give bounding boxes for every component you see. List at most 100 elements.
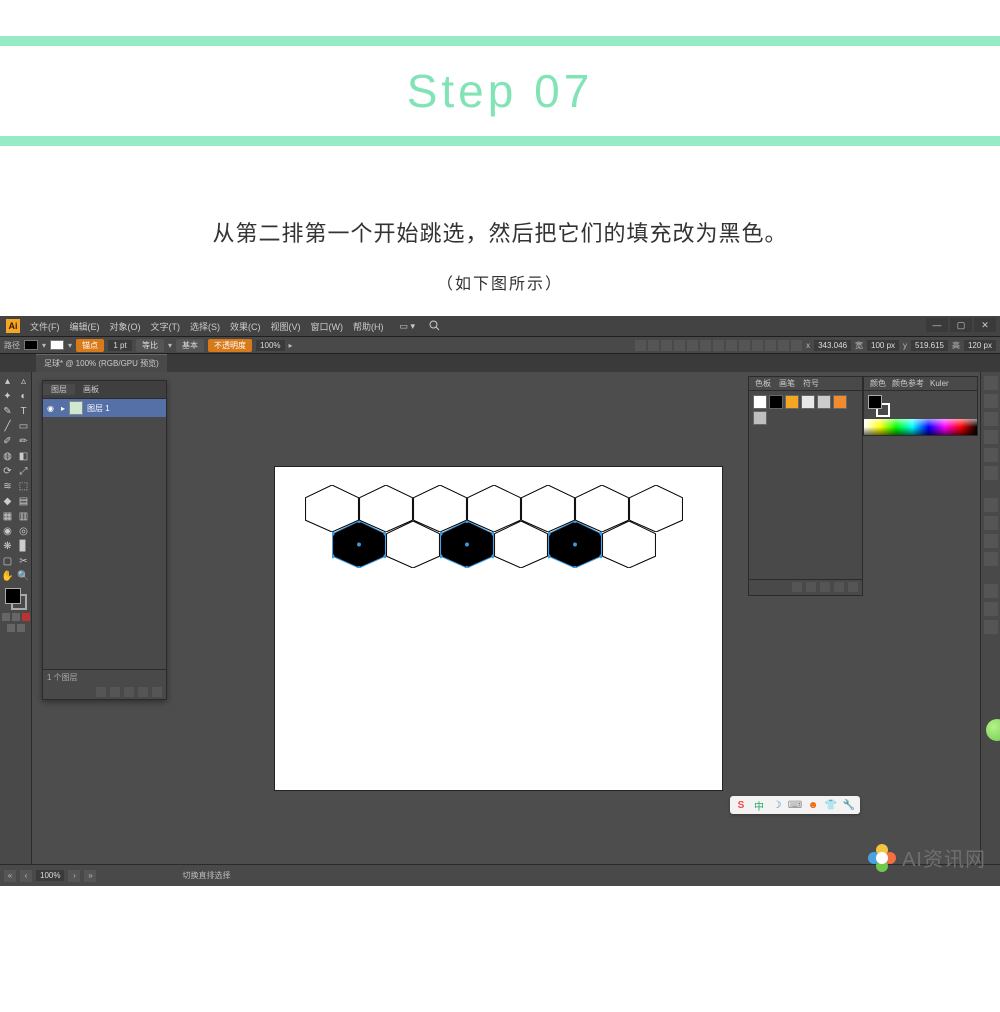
perspective-tool-icon[interactable]: ▤ bbox=[17, 494, 31, 508]
type-tool-icon[interactable]: T bbox=[17, 404, 31, 418]
eraser-tool-icon[interactable]: ◧ bbox=[17, 449, 31, 463]
anchor-label[interactable]: 锚点 bbox=[76, 339, 104, 352]
new-swatch-icon[interactable] bbox=[834, 582, 844, 592]
hexagon-shape[interactable] bbox=[494, 521, 548, 568]
ime-toolbar[interactable]: S 中 ☽ ⌨ ☻ 👕 🔧 bbox=[730, 796, 860, 814]
workspace-switcher-icon[interactable]: ▭ ▾ bbox=[400, 321, 416, 332]
brushes-tab[interactable]: 画笔 bbox=[779, 378, 795, 389]
ime-lang-icon[interactable]: 中 bbox=[752, 798, 766, 812]
ime-keyboard-icon[interactable]: ⌨ bbox=[788, 798, 802, 812]
fill-stroke-swatch[interactable] bbox=[5, 588, 27, 610]
hexagon-shape[interactable] bbox=[602, 521, 656, 568]
panel-icon[interactable] bbox=[984, 620, 998, 634]
free-transform-tool-icon[interactable]: ⬚ bbox=[17, 479, 31, 493]
w-field[interactable]: 100 px bbox=[867, 340, 899, 351]
swatch[interactable] bbox=[769, 395, 783, 409]
hexagon-shape-filled[interactable] bbox=[332, 521, 386, 568]
blend-tool-icon[interactable]: ◎ bbox=[17, 524, 31, 538]
window-close-icon[interactable]: ✕ bbox=[974, 318, 996, 332]
swatch-lib-icon[interactable] bbox=[792, 582, 802, 592]
opacity-field[interactable]: 100% bbox=[256, 340, 284, 351]
swatches-tab[interactable]: 色板 bbox=[755, 378, 771, 389]
lasso-tool-icon[interactable]: ◐ bbox=[17, 389, 31, 403]
locate-object-icon[interactable] bbox=[96, 687, 106, 697]
panel-icon[interactable] bbox=[984, 448, 998, 462]
next-artboard-icon[interactable]: › bbox=[68, 870, 80, 882]
menu-select[interactable]: 选择(S) bbox=[190, 320, 220, 333]
stroke-swatch[interactable] bbox=[50, 340, 64, 350]
pencil-tool-icon[interactable]: ✏ bbox=[17, 434, 31, 448]
ime-emoji-icon[interactable]: ☻ bbox=[806, 798, 820, 812]
menu-view[interactable]: 视图(V) bbox=[271, 320, 301, 333]
panel-icon[interactable] bbox=[984, 430, 998, 444]
align-icon[interactable] bbox=[700, 340, 711, 351]
basic-button[interactable]: 基本 bbox=[176, 339, 204, 352]
align-icon[interactable] bbox=[687, 340, 698, 351]
stroke-weight-field[interactable]: 1 pt bbox=[108, 340, 132, 351]
uniform-button[interactable]: 等比 bbox=[136, 339, 164, 352]
gradient-mode-icon[interactable] bbox=[12, 613, 20, 621]
new-sublayer-icon[interactable] bbox=[124, 687, 134, 697]
align-icon[interactable] bbox=[661, 340, 672, 351]
align-icon[interactable] bbox=[726, 340, 737, 351]
zoom-tool-icon[interactable]: 🔍 bbox=[17, 569, 31, 583]
make-clipping-mask-icon[interactable] bbox=[110, 687, 120, 697]
symbols-tab[interactable]: 符号 bbox=[803, 378, 819, 389]
menu-object[interactable]: 对象(O) bbox=[110, 320, 141, 333]
align-icon[interactable] bbox=[648, 340, 659, 351]
color-spectrum[interactable] bbox=[864, 419, 977, 435]
last-artboard-icon[interactable]: » bbox=[84, 870, 96, 882]
window-minimize-icon[interactable]: — bbox=[926, 318, 948, 332]
ime-settings-icon[interactable]: 🔧 bbox=[842, 798, 856, 812]
panel-icon[interactable] bbox=[984, 466, 998, 480]
x-field[interactable]: 343.046 bbox=[814, 340, 851, 351]
layers-tab[interactable]: 图层 bbox=[43, 384, 75, 395]
align-icon[interactable] bbox=[713, 340, 724, 351]
opacity-label[interactable]: 不透明度 bbox=[208, 339, 252, 352]
menu-type[interactable]: 文字(T) bbox=[151, 320, 181, 333]
align-icon[interactable] bbox=[752, 340, 763, 351]
panel-icon[interactable] bbox=[984, 534, 998, 548]
kuler-tab[interactable]: Kuler bbox=[930, 379, 949, 388]
panel-icon[interactable] bbox=[984, 498, 998, 512]
fill-swatch[interactable] bbox=[24, 340, 38, 350]
selection-tool-icon[interactable]: ▴ bbox=[1, 374, 15, 388]
slice-tool-icon[interactable]: ✂ bbox=[17, 554, 31, 568]
hexagon-shape-filled[interactable] bbox=[548, 521, 602, 568]
draw-mode-icon[interactable] bbox=[17, 624, 25, 632]
delete-layer-icon[interactable] bbox=[152, 687, 162, 697]
menu-help[interactable]: 帮助(H) bbox=[353, 320, 384, 333]
rotate-tool-icon[interactable]: ⟳ bbox=[1, 464, 15, 478]
align-icon[interactable] bbox=[635, 340, 646, 351]
rectangle-tool-icon[interactable]: ▭ bbox=[17, 419, 31, 433]
eyedropper-tool-icon[interactable]: ◉ bbox=[1, 524, 15, 538]
magic-wand-tool-icon[interactable]: ✦ bbox=[1, 389, 15, 403]
y-field[interactable]: 519.615 bbox=[911, 340, 948, 351]
menu-effect[interactable]: 效果(C) bbox=[230, 320, 261, 333]
artboards-tab[interactable]: 画板 bbox=[75, 384, 107, 395]
graph-tool-icon[interactable]: ▊ bbox=[17, 539, 31, 553]
window-maximize-icon[interactable]: ▢ bbox=[950, 318, 972, 332]
panel-icon[interactable] bbox=[984, 584, 998, 598]
panel-icon[interactable] bbox=[984, 412, 998, 426]
new-layer-icon[interactable] bbox=[138, 687, 148, 697]
delete-swatch-icon[interactable] bbox=[848, 582, 858, 592]
search-icon[interactable] bbox=[429, 320, 440, 333]
scale-tool-icon[interactable]: ⤢ bbox=[17, 464, 31, 478]
paintbrush-tool-icon[interactable]: ✐ bbox=[1, 434, 15, 448]
hexagon-shape[interactable] bbox=[386, 521, 440, 568]
color-tab[interactable]: 颜色 bbox=[870, 378, 886, 389]
hexagon-shape-filled[interactable] bbox=[440, 521, 494, 568]
hand-tool-icon[interactable]: ✋ bbox=[1, 569, 15, 583]
visibility-icon[interactable]: ◉ bbox=[47, 404, 57, 413]
h-field[interactable]: 120 px bbox=[964, 340, 996, 351]
panel-icon[interactable] bbox=[984, 552, 998, 566]
direct-selection-tool-icon[interactable]: ▵ bbox=[17, 374, 31, 388]
swatch[interactable] bbox=[753, 411, 767, 425]
swatch[interactable] bbox=[817, 395, 831, 409]
width-tool-icon[interactable]: ≋ bbox=[1, 479, 15, 493]
color-mode-icon[interactable] bbox=[2, 613, 10, 621]
symbol-sprayer-tool-icon[interactable]: ❋ bbox=[1, 539, 15, 553]
align-icon[interactable] bbox=[674, 340, 685, 351]
document-tab[interactable]: 足球* @ 100% (RGB/GPU 预览) bbox=[36, 354, 167, 372]
